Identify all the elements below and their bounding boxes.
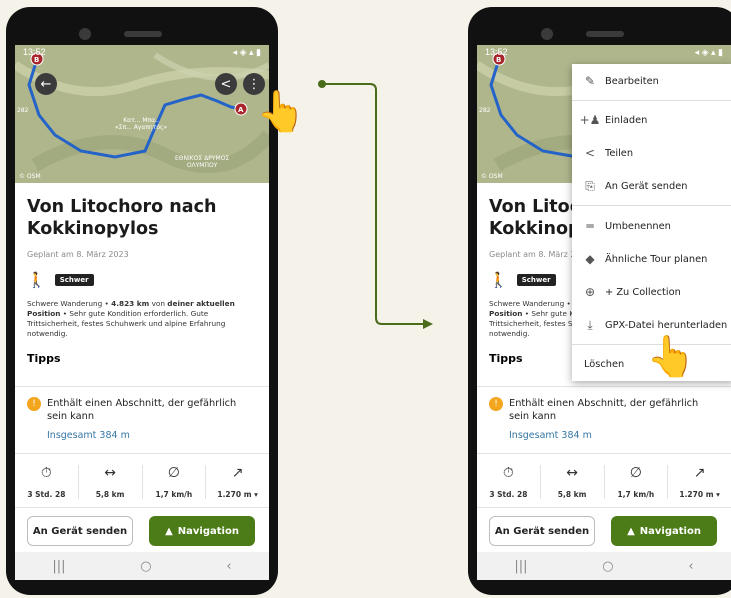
distance-icon: ↔: [566, 465, 578, 481]
map-label: ΕΘΝΙΚΟΣ ΔΡΥΜΟΣ ΟΛΥΜΠΟΥ: [175, 155, 230, 169]
android-nav-bar: ||| ○ ‹: [15, 552, 269, 580]
tip-text: Enthält einen Abschnitt, der gefährlich …: [509, 398, 699, 422]
add-collection-icon: ⊕: [584, 285, 596, 299]
tip-text: Enthält einen Abschnitt, der gefährlich …: [47, 398, 237, 422]
phone-left: 13:52 ◂ ◈ ▴ ▮ B A ← < ⋮ Κατ... Μπα.. «Σπ.…: [6, 7, 306, 595]
speed-icon: ∅: [629, 465, 642, 481]
pencil-icon: ✎: [584, 74, 596, 88]
menu-item-rename[interactable]: ═ Umbenennen: [572, 211, 731, 241]
osm-attribution[interactable]: © OSM: [19, 173, 41, 180]
recents-icon[interactable]: |||: [514, 559, 527, 574]
difficulty-badge: Schwer: [54, 274, 94, 286]
svg-text:A: A: [238, 106, 244, 114]
map-label: Κατ... Μπα.. «Σπ... Αγαπητός»: [115, 117, 168, 131]
tour-title: Von Litochoro nach Kokkinopylos: [27, 197, 217, 239]
planned-date: Geplant am 8. März 2023: [27, 250, 129, 259]
screen-right: 13:52◂ ◈ ▴ ▮ B 282 © OSM Von Litochoro n…: [477, 45, 731, 580]
map-label: 282: [479, 107, 491, 114]
share-icon: <: [584, 146, 596, 160]
tour-description: Schwere Wanderung • 4.823 km von deiner …: [27, 299, 235, 338]
tap-hand-icon: 👆: [256, 89, 306, 135]
invite-icon: +♟: [579, 113, 601, 127]
send-to-device-icon: ⎘: [585, 178, 595, 193]
difficulty-badge: Schwer: [516, 274, 556, 286]
warning-icon: !: [489, 397, 503, 411]
screen-left: 13:52 ◂ ◈ ▴ ▮ B A ← < ⋮ Κατ... Μπα.. «Σπ.…: [15, 45, 269, 580]
warning-icon: !: [27, 397, 41, 411]
map-label: 282: [17, 107, 29, 114]
hiking-icon: 🚶: [489, 271, 508, 289]
tip-link[interactable]: Insgesamt 384 m: [47, 430, 130, 441]
navigation-button[interactable]: ▲ Navigation: [611, 516, 717, 546]
back-button[interactable]: ←: [35, 73, 57, 95]
home-icon[interactable]: ○: [140, 559, 151, 574]
android-nav-bar: ||| ○ ‹: [477, 552, 731, 580]
menu-item-share[interactable]: < Teilen: [572, 138, 731, 168]
menu-item-send-to-device[interactable]: ⎘ An Gerät senden: [572, 171, 731, 201]
menu-item-edit[interactable]: ✎ Bearbeiten: [572, 66, 731, 96]
back-icon[interactable]: ‹: [226, 559, 231, 574]
status-bar: 13:52 ◂ ◈ ▴ ▮: [485, 47, 723, 57]
menu-item-add-collection[interactable]: ⊕ + Zu Collection: [572, 277, 731, 307]
stats-row[interactable]: ⏱ 3 Std. 28 ↔ 5,8 km ∅ 1,7 km/h ↗ 1.270 m ▾: [477, 465, 731, 499]
osm-attribution[interactable]: © OSM: [481, 173, 503, 180]
tip-link[interactable]: Insgesamt 384 m: [509, 430, 592, 441]
tips-heading: Tipps: [27, 352, 61, 365]
hiking-icon: 🚶: [27, 271, 46, 289]
similar-tour-icon: ◆: [585, 252, 595, 266]
tap-hand-icon: 👆: [646, 334, 696, 380]
ascent-icon: ↗: [693, 465, 706, 481]
share-button[interactable]: <: [215, 73, 237, 95]
map-view[interactable]: B A ← < ⋮ Κατ... Μπα.. «Σπ... Αγαπητός» …: [15, 45, 269, 183]
stopwatch-icon: ⏱: [40, 465, 52, 481]
menu-item-invite[interactable]: +♟ Einladen: [572, 105, 731, 135]
speed-icon: ∅: [167, 465, 180, 481]
menu-item-similar-tour[interactable]: ◆ Ähnliche Tour planen: [572, 244, 731, 274]
rename-icon: ═: [586, 219, 594, 233]
home-icon[interactable]: ○: [602, 559, 613, 574]
navigation-icon: ▲: [627, 525, 635, 537]
phone-right: 13:52◂ ◈ ▴ ▮ B 282 © OSM Von Litochoro n…: [468, 7, 731, 595]
status-bar: 13:52 ◂ ◈ ▴ ▮: [23, 47, 261, 57]
ascent-icon: ↗: [231, 465, 244, 481]
navigation-button[interactable]: ▲ Navigation: [149, 516, 255, 546]
stats-row[interactable]: ⏱ 3 Std. 28 ↔ 5,8 km ∅ 1,7 km/h ↗ 1.270 m ▾: [15, 465, 269, 499]
stopwatch-icon: ⏱: [502, 465, 514, 481]
download-icon: ⤓: [587, 317, 593, 332]
send-to-device-button[interactable]: An Gerät senden: [27, 516, 133, 546]
recents-icon[interactable]: |||: [52, 559, 65, 574]
back-icon[interactable]: ‹: [688, 559, 693, 574]
send-to-device-button[interactable]: An Gerät senden: [489, 516, 595, 546]
navigation-icon: ▲: [165, 525, 173, 537]
distance-icon: ↔: [104, 465, 116, 481]
